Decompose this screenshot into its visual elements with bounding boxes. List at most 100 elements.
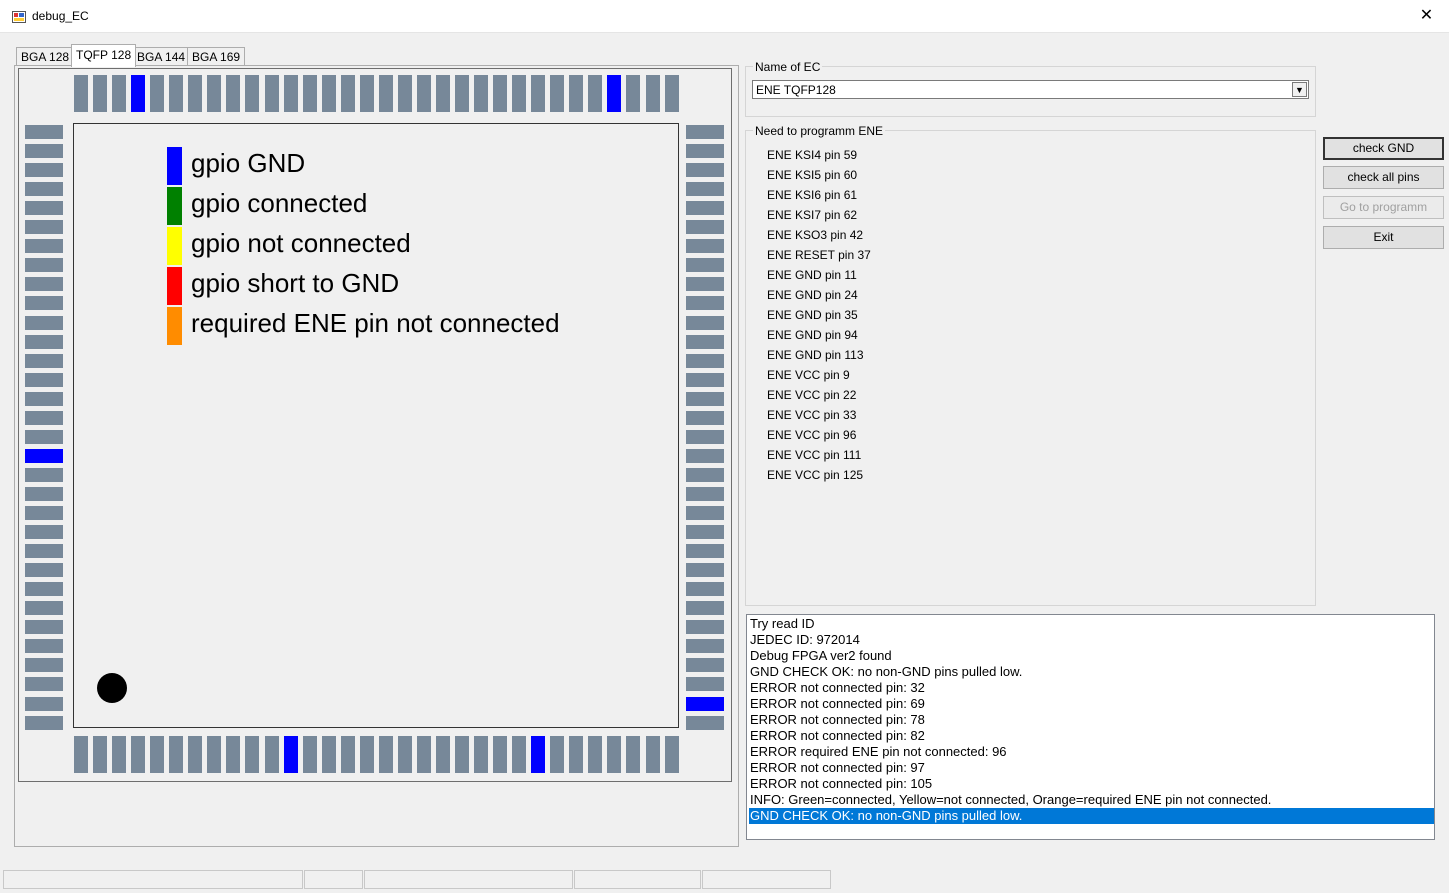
pin-left (25, 201, 63, 216)
pin-bottom (626, 736, 641, 773)
need-program-item: ENE VCC pin 125 (767, 468, 864, 482)
pin-left (25, 696, 63, 711)
status-panel (304, 870, 363, 889)
need-program-item: ENE KSI7 pin 62 (767, 208, 858, 222)
pin-bottom (664, 736, 679, 773)
log-line[interactable]: ERROR not connected pin: 78 (749, 712, 1434, 728)
legend-swatch-connected (167, 187, 182, 225)
pin-left (25, 467, 63, 482)
log-line[interactable]: ERROR required ENE pin not connected: 96 (749, 744, 1434, 760)
go-to-program-button: Go to programm (1323, 196, 1444, 219)
log-line[interactable]: GND CHECK OK: no non-GND pins pulled low… (749, 664, 1434, 680)
legend-swatch-required (167, 307, 182, 345)
tab-bga-128[interactable]: BGA 128 (16, 47, 75, 66)
pin-left (25, 544, 63, 559)
legend-label-required: required ENE pin not connected (191, 308, 560, 338)
need-program-item: ENE VCC pin 111 (767, 448, 862, 462)
pin-top (645, 75, 660, 112)
log-line[interactable]: Try read ID (749, 616, 1434, 632)
pin-top (74, 75, 88, 112)
chevron-down-icon[interactable]: ▼ (1292, 82, 1307, 97)
pin-top (493, 75, 508, 112)
pin-top (626, 75, 641, 112)
need-program-item: ENE GND pin 94 (767, 328, 858, 342)
pin-bottom (245, 736, 260, 773)
pin-top (283, 75, 298, 112)
log-line[interactable]: GND CHECK OK: no non-GND pins pulled low… (749, 808, 1434, 824)
app-icon (12, 9, 26, 23)
log-line[interactable]: ERROR not connected pin: 97 (749, 760, 1434, 776)
pin-top (302, 75, 317, 112)
pin-bottom (416, 736, 431, 773)
pin-left (25, 506, 63, 520)
pin-right (686, 563, 724, 578)
pin-right (686, 677, 724, 692)
pin-bottom (150, 736, 165, 773)
pin-top (569, 75, 584, 112)
pin-left (25, 315, 63, 330)
pin-top (207, 75, 222, 112)
legend-swatch-gnd (167, 147, 182, 185)
pin-bottom (169, 736, 184, 773)
tab-bga-144[interactable]: BGA 144 (132, 47, 191, 66)
log-line[interactable]: ERROR not connected pin: 32 (749, 680, 1434, 696)
pin-top (188, 75, 203, 112)
status-panel (702, 870, 831, 889)
pin-right (686, 544, 724, 559)
need-program-item: ENE KSI5 pin 60 (767, 168, 858, 182)
log-line[interactable]: Debug FPGA ver2 found (749, 648, 1434, 664)
pin-top (512, 75, 527, 112)
pin-top (245, 75, 260, 112)
log-listbox[interactable]: Try read ID JEDEC ID: 972014 Debug FPGA ve… (746, 614, 1435, 840)
pin-right (686, 315, 724, 330)
pin-right (686, 239, 724, 254)
need-program-item: ENE VCC pin 9 (767, 368, 850, 382)
pin-bottom (359, 736, 374, 773)
pin-right (686, 620, 724, 635)
pin-left (25, 353, 63, 368)
pin-right (686, 296, 724, 311)
pin-bottom (340, 736, 355, 773)
pin-top (93, 75, 108, 112)
pin-bottom (493, 736, 508, 773)
pin-left (25, 277, 63, 292)
check-all-pins-button[interactable]: check all pins (1323, 166, 1444, 189)
log-line[interactable]: INFO: Green=connected, Yellow=not connec… (749, 792, 1434, 808)
pin-left (25, 220, 63, 235)
ec-select[interactable]: ENE TQFP128 ▼ (752, 80, 1309, 99)
pin-bottom (131, 736, 146, 773)
pin-left (25, 601, 63, 616)
tab-tqfp-128[interactable]: TQFP 128 (71, 44, 137, 67)
exit-button[interactable]: Exit (1323, 226, 1444, 249)
pin-right (686, 334, 724, 349)
need-program-item: ENE VCC pin 22 (767, 388, 857, 402)
log-line[interactable]: ERROR not connected pin: 105 (749, 776, 1434, 792)
pin-right (686, 144, 724, 159)
pin-right (686, 391, 724, 406)
close-icon[interactable]: ✕ (1404, 0, 1449, 32)
pin-right (686, 410, 724, 425)
pin-top (607, 75, 622, 112)
pin-right (686, 353, 724, 368)
log-line[interactable]: ERROR not connected pin: 82 (749, 728, 1434, 744)
pin-right (686, 601, 724, 616)
pin-left (25, 639, 63, 654)
pin-left (25, 258, 63, 273)
pin-top (435, 75, 450, 112)
tab-bga-169[interactable]: BGA 169 (187, 47, 246, 66)
pin-right (686, 486, 724, 501)
pin-left (25, 658, 63, 673)
pin-left (25, 182, 63, 197)
pin-bottom (302, 736, 317, 773)
legend-label-connected: gpio connected (191, 188, 368, 218)
need-program-item: ENE GND pin 113 (767, 348, 864, 362)
status-panel (3, 870, 303, 889)
pin-right (686, 277, 724, 292)
check-gnd-button[interactable]: check GND (1323, 137, 1444, 160)
pin-right (686, 429, 724, 444)
log-line[interactable]: JEDEC ID: 972014 (749, 632, 1434, 648)
ec-name-group-label: Name of EC (753, 60, 823, 74)
pin-left (25, 334, 63, 349)
pin1-marker (97, 673, 127, 703)
log-line[interactable]: ERROR not connected pin: 69 (749, 696, 1434, 712)
